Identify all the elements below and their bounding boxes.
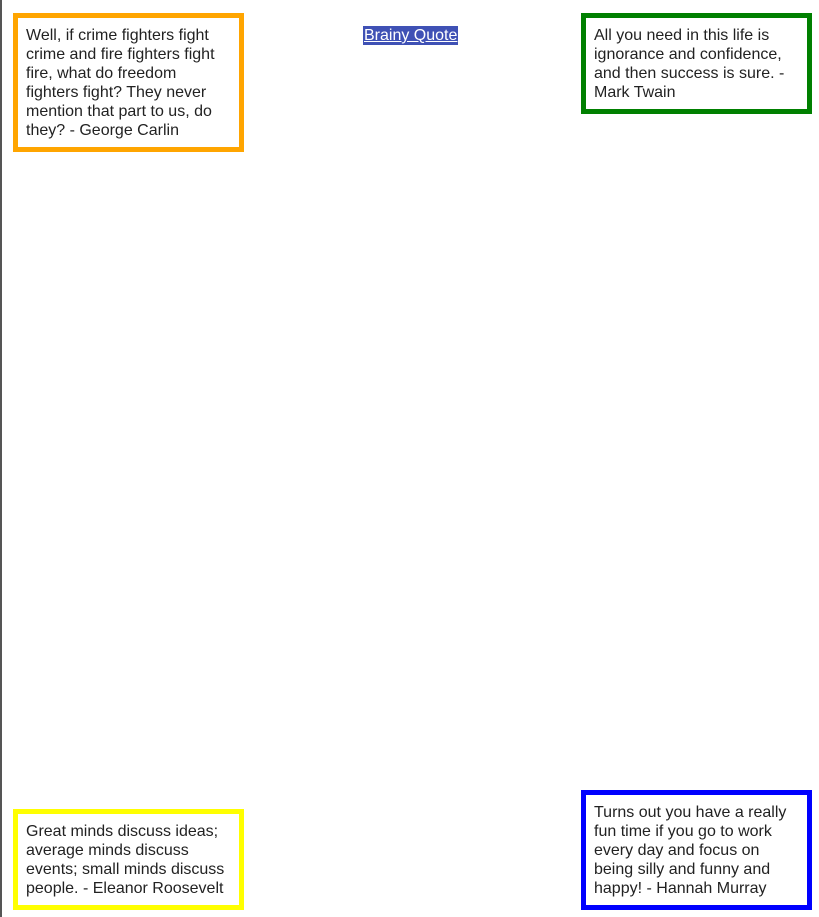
quote-text: Turns out you have a really fun time if …: [594, 804, 787, 897]
quote-box-bottom-left: Great minds discuss ideas; average minds…: [13, 809, 244, 910]
quote-text: Well, if crime fighters fight crime and …: [26, 27, 215, 139]
quote-text: All you need in this life is ignorance a…: [594, 27, 785, 101]
brainy-quote-link[interactable]: Brainy Quote: [363, 26, 459, 45]
quote-text: Great minds discuss ideas; average minds…: [26, 823, 225, 897]
quote-box-top-right: All you need in this life is ignorance a…: [581, 13, 812, 114]
quote-box-top-left: Well, if crime fighters fight crime and …: [13, 13, 244, 152]
left-edge-divider: [0, 0, 2, 917]
quote-box-bottom-right: Turns out you have a really fun time if …: [581, 790, 812, 910]
